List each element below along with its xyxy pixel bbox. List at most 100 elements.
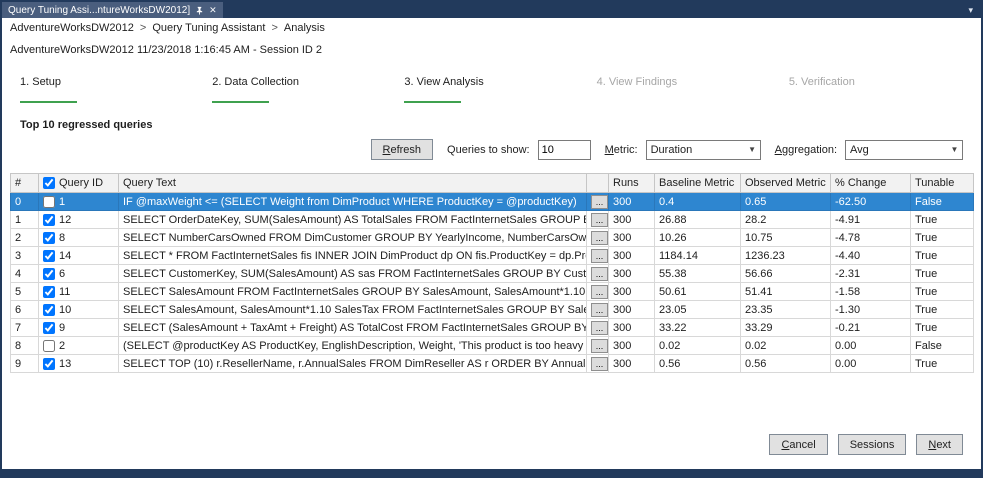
query-table-body: 0 1 IF @maxWeight <= (SELECT Weight from… [10,192,974,373]
col-header-query-text[interactable]: Query Text [118,173,587,193]
breadcrumb-server[interactable]: AdventureWorksDW2012 [10,22,134,34]
row-checkbox[interactable] [43,213,55,226]
query-id-cell: 10 [38,300,119,319]
ellipsis-cell: ... [586,282,609,301]
row-checkbox[interactable] [43,303,55,316]
table-row[interactable]: 9 13 SELECT TOP (10) r.ResellerName, r.A… [10,354,974,373]
document-tab[interactable]: Query Tuning Assi...ntureWorksDW2012] ✕ [2,2,223,18]
queries-to-show-label: Queries to show: [447,143,530,156]
table-row[interactable]: 4 6 SELECT CustomerKey, SUM(SalesAmount)… [10,264,974,283]
document-tab-title: Query Tuning Assi...ntureWorksDW2012] [8,4,191,16]
row-index-cell: 2 [10,228,39,247]
baseline-metric-cell: 55.38 [654,264,741,283]
metric-select[interactable]: Duration ▼ [645,139,761,160]
query-id-cell: 14 [38,246,119,265]
table-row[interactable]: 0 1 IF @maxWeight <= (SELECT Weight from… [10,192,974,211]
breadcrumb-assistant[interactable]: Query Tuning Assistant [152,22,265,34]
pct-change-cell: -1.30 [830,300,911,319]
query-details-button[interactable]: ... [591,266,608,281]
query-details-button[interactable]: ... [591,284,608,299]
col-header-tunable[interactable]: Tunable [910,173,974,193]
window-menu-caret-icon[interactable]: ▾ [960,2,981,18]
query-id-cell: 12 [38,210,119,229]
query-details-button[interactable]: ... [591,356,608,371]
close-tab-icon[interactable]: ✕ [209,5,217,15]
query-grid-wrap: # Query ID Query Text Runs Baseline Metr… [2,160,981,373]
row-checkbox[interactable] [43,195,55,208]
observed-metric-cell: 0.56 [740,354,831,373]
ellipsis-cell: ... [586,336,609,355]
row-checkbox[interactable] [43,339,55,352]
observed-metric-cell: 33.29 [740,318,831,337]
table-row[interactable]: 8 2 (SELECT @productKey AS ProductKey, E… [10,336,974,355]
pin-icon[interactable] [195,6,204,15]
row-index-cell: 8 [10,336,39,355]
runs-cell: 300 [608,336,655,355]
row-checkbox[interactable] [43,249,55,262]
breadcrumb-separator: > [139,22,147,34]
table-row[interactable]: 3 14 SELECT * FROM FactInternetSales fis… [10,246,974,265]
query-details-button[interactable]: ... [591,320,608,335]
runs-cell: 300 [608,282,655,301]
col-header-index[interactable]: # [10,173,39,193]
ellipsis-cell: ... [586,264,609,283]
row-index-cell: 3 [10,246,39,265]
aggregation-select[interactable]: Avg ▼ [845,139,963,160]
table-row[interactable]: 1 12 SELECT OrderDateKey, SUM(SalesAmoun… [10,210,974,229]
tunable-cell: False [910,336,974,355]
query-text-cell: SELECT SalesAmount, SalesAmount*1.10 Sal… [118,300,587,319]
select-all-checkbox[interactable] [43,177,55,189]
query-details-button[interactable]: ... [591,194,608,209]
sessions-button[interactable]: Sessions [837,434,907,455]
query-details-button[interactable]: ... [591,230,608,245]
runs-cell: 300 [608,228,655,247]
table-row[interactable]: 6 10 SELECT SalesAmount, SalesAmount*1.1… [10,300,974,319]
row-index-cell: 6 [10,300,39,319]
row-checkbox[interactable] [43,267,55,280]
pct-change-cell: -4.91 [830,210,911,229]
session-info: AdventureWorksDW2012 11/23/2018 1:16:45 … [10,44,323,56]
row-checkbox[interactable] [43,231,55,244]
query-details-button[interactable]: ... [591,302,608,317]
table-row[interactable]: 5 11 SELECT SalesAmount FROM FactInterne… [10,282,974,301]
next-button[interactable]: Next [916,434,963,455]
regressed-queries-table: # Query ID Query Text Runs Baseline Metr… [10,173,974,373]
observed-metric-cell: 10.75 [740,228,831,247]
cancel-button[interactable]: Cancel [769,434,828,455]
query-details-button[interactable]: ... [591,338,608,353]
ellipsis-cell: ... [586,246,609,265]
query-id-cell: 6 [38,264,119,283]
observed-metric-cell: 0.65 [740,192,831,211]
row-checkbox[interactable] [43,357,55,370]
pct-change-cell: -62.50 [830,192,911,211]
col-header-baseline-metric[interactable]: Baseline Metric [654,173,741,193]
baseline-metric-cell: 33.22 [654,318,741,337]
queries-to-show-input[interactable] [537,139,591,160]
refresh-button[interactable]: Refresh [370,139,434,160]
runs-cell: 300 [608,300,655,319]
step-setup: 1. Setup [20,76,212,103]
table-row[interactable]: 2 8 SELECT NumberCarsOwned FROM DimCusto… [10,228,974,247]
col-header-query-id[interactable]: Query ID [38,173,119,193]
baseline-metric-cell: 50.61 [654,282,741,301]
table-row[interactable]: 7 9 SELECT (SalesAmount + TaxAmt + Freig… [10,318,974,337]
col-header-runs[interactable]: Runs [608,173,655,193]
col-header-ellipsis [586,173,609,193]
runs-cell: 300 [608,354,655,373]
status-strip [2,469,981,476]
query-details-button[interactable]: ... [591,212,608,227]
row-checkbox[interactable] [43,285,55,298]
query-id-cell: 11 [38,282,119,301]
tunable-cell: True [910,300,974,319]
col-header-observed-metric[interactable]: Observed Metric [740,173,831,193]
baseline-metric-cell: 1184.14 [654,246,741,265]
row-checkbox[interactable] [43,321,55,334]
query-text-cell: SELECT NumberCarsOwned FROM DimCustomer … [118,228,587,247]
query-text-cell: IF @maxWeight <= (SELECT Weight from Dim… [118,192,587,211]
qta-content: AdventureWorksDW2012 > Query Tuning Assi… [2,18,981,469]
query-text-cell: SELECT CustomerKey, SUM(SalesAmount) AS … [118,264,587,283]
pct-change-cell: -1.58 [830,282,911,301]
query-text-cell: SELECT TOP (10) r.ResellerName, r.Annual… [118,354,587,373]
col-header-pct-change[interactable]: % Change [830,173,911,193]
query-details-button[interactable]: ... [591,248,608,263]
